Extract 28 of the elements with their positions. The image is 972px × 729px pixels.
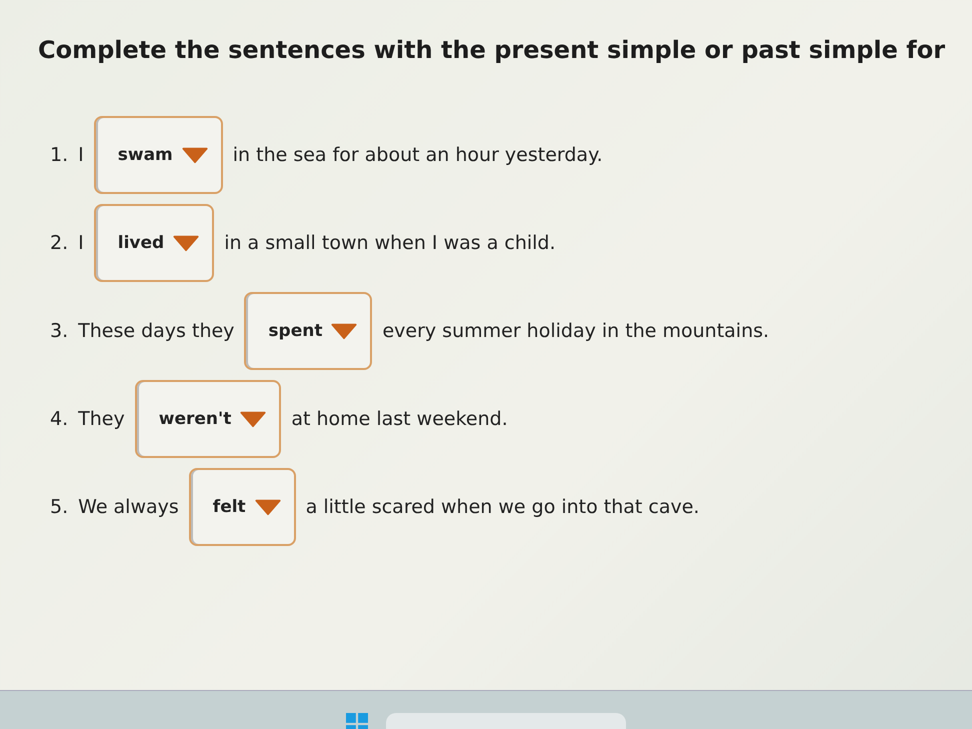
sentence-start: These days they bbox=[78, 320, 234, 342]
sentence-end: in a small town when I was a child. bbox=[224, 232, 556, 254]
answer-dropdown[interactable]: weren't bbox=[134, 380, 282, 458]
item-number: 5. bbox=[50, 496, 68, 518]
sentence-start: They bbox=[78, 408, 125, 430]
dropdown-arrow-icon bbox=[239, 410, 268, 428]
answer-dropdown[interactable]: spent bbox=[244, 292, 372, 370]
item-number: 3. bbox=[50, 320, 68, 342]
dropdown-arrow-icon bbox=[330, 322, 358, 340]
item-number: 1. bbox=[50, 144, 68, 166]
exercise-title: Complete the sentences with the present simple or past simple for bbox=[38, 36, 946, 64]
answer-dropdown[interactable]: swam bbox=[94, 116, 223, 194]
item-number: 2. bbox=[50, 232, 68, 254]
sentence-start: I bbox=[78, 144, 84, 166]
answer-dropdown[interactable]: felt bbox=[188, 468, 296, 546]
sentence-start: I bbox=[78, 232, 84, 254]
item-number: 4. bbox=[50, 408, 68, 430]
sentence-end: every summer holiday in the mountains. bbox=[382, 320, 770, 342]
sentence-start: We always bbox=[78, 496, 179, 518]
dropdown-arrow-icon bbox=[172, 234, 200, 252]
windows-logo-icon[interactable] bbox=[346, 713, 368, 729]
answer-dropdown[interactable]: lived bbox=[94, 204, 214, 282]
search-field[interactable] bbox=[386, 713, 626, 729]
sentence-end: at home last weekend. bbox=[291, 408, 508, 430]
dropdown-arrow-icon bbox=[254, 498, 282, 516]
sentence-end: a little scared when we go into that cave. bbox=[306, 496, 700, 518]
dropdown-arrow-icon bbox=[180, 146, 209, 164]
sentence-end: in the sea for about an hour yesterday. bbox=[232, 144, 603, 166]
